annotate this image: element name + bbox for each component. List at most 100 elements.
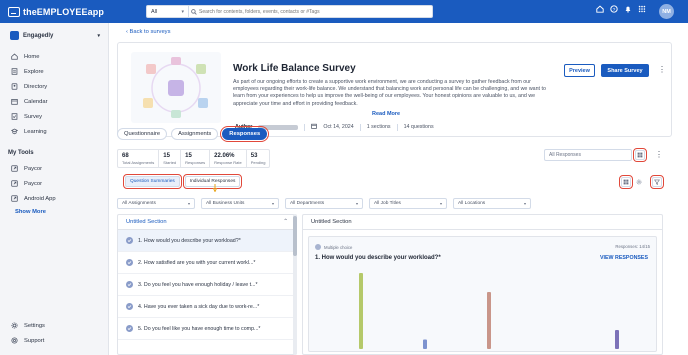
home-icon: [10, 53, 18, 61]
chevron-up-icon: ⌃: [283, 219, 288, 225]
filter-icon[interactable]: [650, 175, 664, 189]
search-input[interactable]: [199, 6, 419, 17]
filter-label: All Job Titles: [374, 201, 401, 206]
app-logo[interactable]: theEMPLOYEEapp: [8, 6, 104, 17]
org-logo-icon: [10, 31, 19, 40]
help-icon[interactable]: ?: [610, 5, 618, 13]
list-item[interactable]: 5. Do you feel like you have enough time…: [118, 318, 296, 340]
tool-link-paycor[interactable]: Paycor: [10, 164, 42, 173]
share-survey-button[interactable]: Share Survey: [601, 64, 649, 77]
question-label: 4. Have you ever taken a sick day due to…: [138, 303, 260, 310]
divider: [304, 123, 306, 131]
sidebar: Engagedly ▾ Home Explore Directory Calen…: [0, 23, 109, 355]
question-list-panel: Untitled Section ⌃ 1. How would you desc…: [117, 214, 297, 355]
chart-bar: [359, 273, 363, 349]
support-icon: [10, 337, 18, 345]
gear-icon: [10, 322, 18, 330]
question-type: Multiple choice: [315, 244, 352, 250]
check-circle-icon: [126, 325, 133, 332]
search-icon: [189, 8, 199, 15]
tab-question-summaries[interactable]: Question Summaries: [123, 174, 182, 189]
list-item[interactable]: 2. How satisfied are you with your curre…: [118, 252, 296, 274]
filter-label: All Assignments: [122, 201, 156, 206]
chart-bar: [487, 292, 491, 349]
grid-view-icon[interactable]: [633, 148, 647, 162]
tool-link-label: Android App: [24, 195, 56, 202]
caret-down-icon: ▾: [97, 32, 100, 39]
job-titles-filter-dropdown[interactable]: All Job Titles ▾: [369, 198, 447, 209]
departments-filter-dropdown[interactable]: All Departments ▾: [285, 198, 363, 209]
my-tools-heading: My Tools: [8, 150, 34, 156]
chevron-down-icon: ▾: [355, 201, 358, 206]
sidebar-item-support[interactable]: Support: [10, 336, 44, 345]
survey-title: Work Life Balance Survey: [233, 63, 356, 74]
detail-section-name: Untitled Section: [303, 215, 662, 230]
calendar-icon: [10, 98, 18, 106]
list-item[interactable]: 1. How would you describe your workload?…: [118, 230, 296, 252]
section-header[interactable]: Untitled Section ⌃: [118, 215, 296, 230]
responses-count: Responses: 14/15: [615, 244, 650, 249]
sidebar-item-learning[interactable]: Learning: [10, 127, 47, 136]
business-units-filter-dropdown[interactable]: All Business Units ▾: [201, 198, 279, 209]
sidebar-item-explore[interactable]: Explore: [10, 67, 44, 76]
sidebar-item-settings[interactable]: Settings: [10, 321, 45, 330]
avatar[interactable]: NM: [659, 4, 674, 19]
more-options-icon[interactable]: ⋮: [658, 65, 666, 74]
list-item[interactable]: 3. Do you feel you have enough holiday /…: [118, 274, 296, 296]
table-view-icon[interactable]: [619, 175, 633, 189]
chart-bar: [423, 339, 427, 349]
chevron-down-icon: ▾: [187, 201, 190, 206]
list-item[interactable]: 4. Have you ever taken a sick day due to…: [118, 296, 296, 318]
divider: [396, 123, 398, 131]
apps-grid-icon[interactable]: [638, 5, 646, 13]
notification-bell-icon[interactable]: [624, 5, 632, 13]
back-to-surveys-link[interactable]: ‹ Back to surveys: [126, 29, 170, 35]
questions-count: 14 questions: [403, 124, 434, 130]
show-more-link[interactable]: Show More: [15, 209, 46, 215]
chevron-down-icon: ▾: [523, 201, 526, 206]
home-icon[interactable]: [596, 5, 604, 13]
svg-text:?: ?: [613, 7, 616, 13]
check-circle-icon: [315, 244, 321, 250]
question-list-scrollbar[interactable]: [293, 214, 297, 355]
sidebar-item-label: Learning: [24, 128, 47, 135]
chevron-down-icon: ▾: [439, 201, 442, 206]
tool-link-paycor-2[interactable]: Paycor: [10, 179, 42, 188]
responses-bar-chart: [359, 273, 619, 349]
logo-text: theEMPLOYEEapp: [23, 6, 104, 17]
survey-icon: [10, 113, 18, 121]
search-scope-label: All: [151, 8, 158, 15]
sidebar-item-label: Support: [24, 337, 45, 344]
sidebar-item-survey[interactable]: Survey: [10, 112, 42, 121]
tab-responses[interactable]: Responses: [220, 126, 270, 142]
org-switcher[interactable]: Engagedly ▾: [10, 31, 100, 40]
scrollbar-thumb[interactable]: [293, 216, 297, 256]
tab-assignments[interactable]: Assignments: [171, 128, 219, 140]
read-more-link[interactable]: Read More: [372, 111, 400, 117]
section-name: Untitled Section: [126, 219, 167, 225]
question-summary-card: Multiple choice Responses: 14/15 1. How …: [308, 236, 657, 352]
more-options-icon[interactable]: ⋮: [655, 150, 663, 159]
sidebar-item-calendar[interactable]: Calendar: [10, 97, 48, 106]
check-circle-icon: [126, 237, 133, 244]
sidebar-item-home[interactable]: Home: [10, 52, 39, 61]
search-scope-dropdown[interactable]: All ▾: [147, 6, 189, 17]
assignments-filter-dropdown[interactable]: All Assignments ▾: [117, 198, 195, 209]
tab-questionnaire[interactable]: Questionnaire: [117, 128, 168, 140]
settings-icon[interactable]: [634, 177, 644, 187]
global-search: All ▾: [146, 5, 433, 18]
sidebar-item-directory[interactable]: Directory: [10, 82, 47, 91]
stat-response-rate: 22.06% Response Rate: [210, 150, 247, 167]
filter-label: All Locations: [458, 201, 486, 206]
directory-icon: [10, 83, 18, 91]
link-icon: [10, 180, 18, 188]
question-label: 2. How satisfied are you with your curre…: [138, 259, 256, 266]
chevron-down-icon: ▾: [181, 8, 184, 15]
sidebar-item-label: Calendar: [24, 98, 48, 105]
tool-link-android-app[interactable]: Android App: [10, 194, 56, 203]
preview-button[interactable]: Preview: [564, 64, 595, 77]
view-responses-link[interactable]: VIEW RESPONSES: [600, 255, 648, 261]
locations-filter-dropdown[interactable]: All Locations ▾: [453, 198, 531, 209]
link-icon: [10, 165, 18, 173]
responses-filter-select[interactable]: All Responses: [544, 149, 632, 161]
